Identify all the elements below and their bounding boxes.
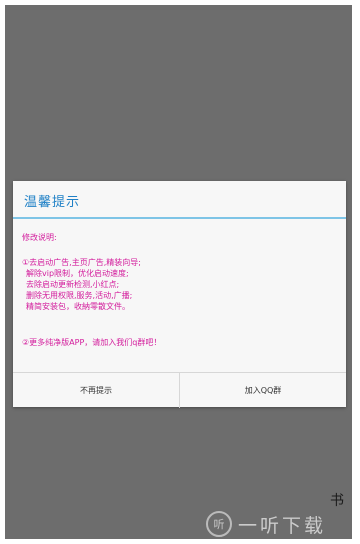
dialog-button-bar: 不再提示 加入QQ群	[13, 372, 346, 408]
tip-dialog: 温馨提示 修改说明: ①去启动广告,主页广告,精装向导; 解除vip限制，优化启…	[13, 181, 346, 408]
screen: 温馨提示 修改说明: ①去启动广告,主页广告,精装向导; 解除vip限制，优化启…	[0, 0, 360, 544]
dialog-title: 温馨提示	[24, 195, 81, 210]
message-item: ①去启动广告,主页广告,精装向导;	[22, 258, 141, 267]
message-item: 去除启动更新检测,小红点;	[26, 280, 120, 289]
dont-show-again-button[interactable]: 不再提示	[13, 373, 180, 408]
message-item: 删除无用权限,服务,活动,广播;	[26, 291, 133, 300]
message-intro: 修改说明:	[22, 233, 57, 242]
corner-glyph: 书	[330, 493, 344, 509]
message-item: 解除vip限制，优化启动速度;	[26, 269, 129, 278]
watermark: 听 一听下载	[206, 508, 356, 540]
message-footer: ②更多纯净版APP，请加入我们q群吧！	[22, 338, 162, 347]
watermark-text: 一听下载	[238, 514, 327, 537]
message-item: 精简安装包，收納零散文件。	[26, 302, 130, 311]
title-divider	[13, 217, 346, 219]
watermark-logo-icon: 听	[206, 511, 232, 537]
message-list: ①去启动广告,主页广告,精装向导; 解除vip限制，优化启动速度; 去除启动更新…	[22, 257, 340, 312]
join-qq-group-button[interactable]: 加入QQ群	[180, 373, 346, 408]
